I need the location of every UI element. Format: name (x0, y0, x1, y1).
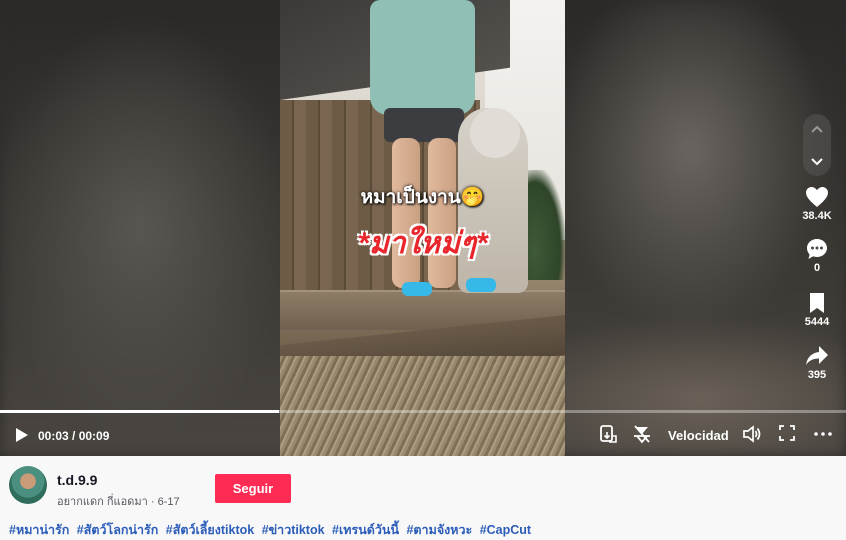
hashtag[interactable]: #สัตว์เลี้ยงtiktok (166, 523, 254, 537)
post-date: 6-17 (157, 496, 180, 508)
video-person-shorts (384, 108, 464, 142)
previous-video-button[interactable] (803, 114, 831, 145)
video-info: t.d.9.9 อยากแดก กี่แอดมา · 6-17 Seguir #… (0, 456, 846, 540)
fullscreen-button[interactable] (778, 424, 802, 448)
subline-separator: · (150, 496, 155, 508)
progress-bar[interactable] (0, 410, 846, 413)
video-player[interactable]: หมาเป็นงาน🤭 *มาใหม่ๆ* 38.4K 0 5444 395 0… (0, 0, 846, 456)
heart-icon (806, 187, 828, 207)
volume-icon (743, 425, 761, 443)
fullscreen-icon (779, 425, 795, 441)
hashtag[interactable]: #CapCut (480, 523, 531, 537)
more-icon (814, 432, 832, 436)
floating-player-icon (634, 425, 650, 444)
follow-button[interactable]: Seguir (215, 474, 291, 503)
hashtag[interactable]: #ตามจังหวะ (406, 523, 472, 537)
share-count: 395 (807, 369, 827, 381)
video-caption-line1: หมาเป็นงาน🤭 (360, 187, 485, 208)
hashtag[interactable]: #หมาน่ารัก (9, 523, 69, 537)
play-icon (16, 428, 28, 442)
video-dog-head (470, 108, 520, 158)
hashtag[interactable]: #ข่าวtiktok (262, 523, 325, 537)
hashtag[interactable]: #เทรนด์วันนี้ (332, 523, 399, 537)
player-controls: 00:03 / 00:09 Velocidad (0, 414, 846, 456)
more-options-button[interactable] (813, 424, 837, 448)
volume-button[interactable] (742, 424, 766, 448)
video-nav-pill (803, 114, 831, 176)
play-button[interactable] (12, 426, 34, 446)
autoscroll-icon (600, 425, 617, 443)
speed-button[interactable]: Velocidad (668, 428, 729, 443)
hashtag[interactable]: #สัตว์โลกน่ารัก (77, 523, 159, 537)
save-count: 5444 (804, 316, 830, 328)
bookmark-icon (810, 293, 824, 313)
comment-icon (807, 239, 827, 259)
like-count: 38.4K (802, 210, 832, 222)
share-button[interactable]: 395 (798, 345, 836, 381)
bookmark-button[interactable]: 5444 (798, 292, 836, 328)
comment-button[interactable]: 0 (798, 238, 836, 274)
video-shoe-right (466, 278, 496, 292)
autoscroll-button[interactable] (598, 424, 622, 448)
hashtag-list: #หมาน่ารัก #สัตว์โลกน่ารัก #สัตว์เลี้ยงt… (9, 520, 535, 540)
chevron-up-icon (811, 125, 823, 133)
author-nickname: อยากแดก กี่แอดมา (57, 496, 148, 508)
video-caption-line2: *มาใหม่ๆ* (357, 227, 488, 260)
video-frame[interactable]: หมาเป็นงาน🤭 *มาใหม่ๆ* (280, 0, 565, 456)
video-shoe-left (402, 282, 432, 296)
share-icon (806, 346, 828, 365)
video-person-shirt (370, 0, 475, 115)
playback-time: 00:03 / 00:09 (38, 429, 110, 443)
chevron-down-icon (811, 157, 823, 165)
progress-fill (0, 410, 280, 413)
floating-player-button[interactable] (632, 424, 656, 448)
author-subline: อยากแดก กี่แอดมา · 6-17 (57, 492, 180, 510)
author-username[interactable]: t.d.9.9 (57, 472, 97, 488)
like-button[interactable]: 38.4K (798, 186, 836, 222)
next-video-button[interactable] (803, 145, 831, 176)
avatar[interactable] (9, 466, 47, 504)
comment-count: 0 (813, 262, 821, 274)
